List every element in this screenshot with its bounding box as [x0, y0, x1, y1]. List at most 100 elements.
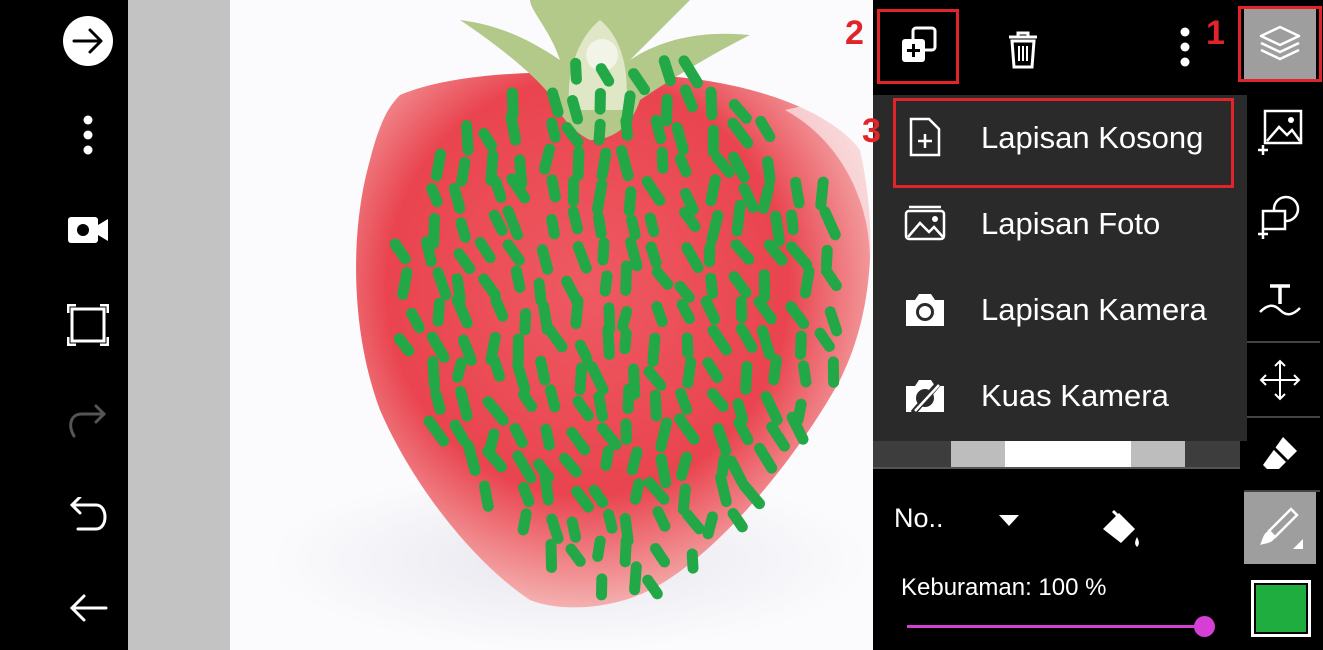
eraser-icon[interactable]	[1244, 418, 1316, 490]
brush-stroke	[682, 356, 697, 389]
brush-stroke	[619, 534, 632, 568]
brush-stroke	[768, 354, 782, 386]
brush-stroke	[430, 388, 446, 415]
highlight-box-2	[877, 9, 959, 84]
brush-stroke	[676, 451, 693, 481]
brush-stroke	[485, 428, 500, 453]
menu-item-kuas-kamera[interactable]: Kuas Kamera	[873, 353, 1247, 439]
brush-stroke	[786, 209, 799, 236]
brush-stroke	[686, 548, 699, 574]
text-icon[interactable]	[1244, 264, 1316, 336]
brush-stroke	[677, 483, 691, 516]
layer-thumbnail-strip[interactable]	[873, 441, 1240, 467]
brush-stroke	[588, 484, 609, 508]
brush-stroke	[431, 148, 447, 182]
brush-stroke	[762, 155, 776, 186]
back-arrow-icon[interactable]	[48, 578, 128, 638]
camera-icon	[903, 287, 947, 331]
brush-stroke	[626, 214, 641, 241]
drawing-canvas[interactable]	[230, 0, 873, 650]
brush-stroke	[815, 176, 829, 211]
crop-frame-icon[interactable]	[48, 295, 128, 355]
forward-circle-icon[interactable]	[48, 11, 128, 71]
brush-stroke	[490, 176, 507, 203]
color-swatch[interactable]	[1251, 580, 1311, 637]
brush-stroke	[756, 325, 775, 360]
brush-stroke	[461, 120, 474, 156]
brush-stroke	[652, 506, 671, 532]
brush-stroke	[540, 423, 555, 451]
brush-stroke	[715, 471, 732, 507]
brush-stroke	[700, 295, 721, 325]
brush-stroke	[448, 182, 466, 214]
move-icon[interactable]	[1244, 344, 1316, 416]
brush-stroke	[566, 516, 582, 543]
more-vert-icon[interactable]	[1179, 27, 1191, 72]
brush-stroke	[727, 508, 748, 533]
redo-icon[interactable]	[48, 390, 128, 450]
brush-stroke	[795, 330, 807, 360]
menu-item-lapisan-kamera[interactable]: Lapisan Kamera	[873, 267, 1247, 353]
video-camera-icon[interactable]	[48, 200, 128, 260]
brush-stroke	[740, 361, 753, 395]
menu-item-lapisan-foto[interactable]: Lapisan Foto	[873, 181, 1247, 267]
trash-icon[interactable]	[1007, 31, 1039, 74]
brush-stroke	[546, 513, 564, 544]
brush-stroke	[770, 210, 785, 247]
highlight-box-3	[893, 98, 1234, 188]
brush-stroke	[616, 145, 634, 182]
brush-stroke	[622, 383, 635, 415]
image-add-icon[interactable]	[1244, 94, 1316, 166]
brush-stroke	[547, 87, 564, 118]
brush-stroke	[595, 63, 615, 87]
brush-stroke	[517, 508, 532, 536]
brush-stroke	[814, 327, 835, 352]
brush-stroke	[619, 327, 632, 355]
shape-add-icon[interactable]	[1244, 180, 1316, 252]
photo-layer-icon	[903, 201, 947, 245]
brush-stroke	[674, 281, 695, 303]
brush-stroke	[456, 156, 471, 187]
step-number-3: 3	[862, 112, 881, 150]
brush-stroke	[705, 86, 718, 121]
more-vert-icon[interactable]	[48, 105, 128, 165]
brush-stroke	[731, 199, 746, 237]
brush-stroke	[572, 146, 585, 181]
brush-stroke	[463, 440, 481, 476]
blend-mode-value[interactable]: No..	[894, 503, 944, 534]
brush-stroke	[705, 272, 718, 300]
brush-stroke	[650, 114, 667, 145]
brush-icon[interactable]	[1244, 492, 1316, 564]
opacity-slider-thumb[interactable]	[1194, 616, 1215, 637]
brush-stroke	[536, 244, 554, 275]
brush-stroke	[702, 511, 718, 540]
brush-stroke	[661, 93, 673, 127]
step-number-1: 1	[1206, 14, 1225, 52]
brush-stroke	[510, 265, 526, 293]
brush-stroke	[574, 362, 588, 396]
brush-stroke	[546, 174, 561, 203]
brush-stroke	[705, 174, 721, 207]
brush-stroke	[545, 384, 561, 413]
brush-stroke	[512, 359, 531, 395]
right-toolbar	[1240, 0, 1323, 650]
fill-bucket-icon[interactable]	[1099, 507, 1145, 556]
brush-stroke	[539, 470, 554, 506]
brush-stroke	[620, 260, 632, 296]
undo-icon[interactable]	[48, 485, 128, 545]
brush-stroke	[572, 241, 592, 274]
brush-stroke	[674, 153, 692, 178]
brush-stroke	[712, 423, 732, 457]
brush-stroke	[518, 389, 538, 412]
brush-stroke	[428, 212, 440, 249]
brush-stroke	[644, 212, 660, 238]
brush-stroke	[675, 387, 693, 415]
brush-stroke	[790, 176, 805, 209]
brush-stroke	[625, 236, 643, 272]
brush-stroke	[596, 147, 612, 181]
chevron-down-icon[interactable]	[999, 514, 1019, 532]
brush-stroke	[735, 295, 748, 323]
left-toolbar	[48, 0, 128, 650]
opacity-slider-track[interactable]	[907, 625, 1204, 628]
brush-stroke	[545, 538, 557, 573]
